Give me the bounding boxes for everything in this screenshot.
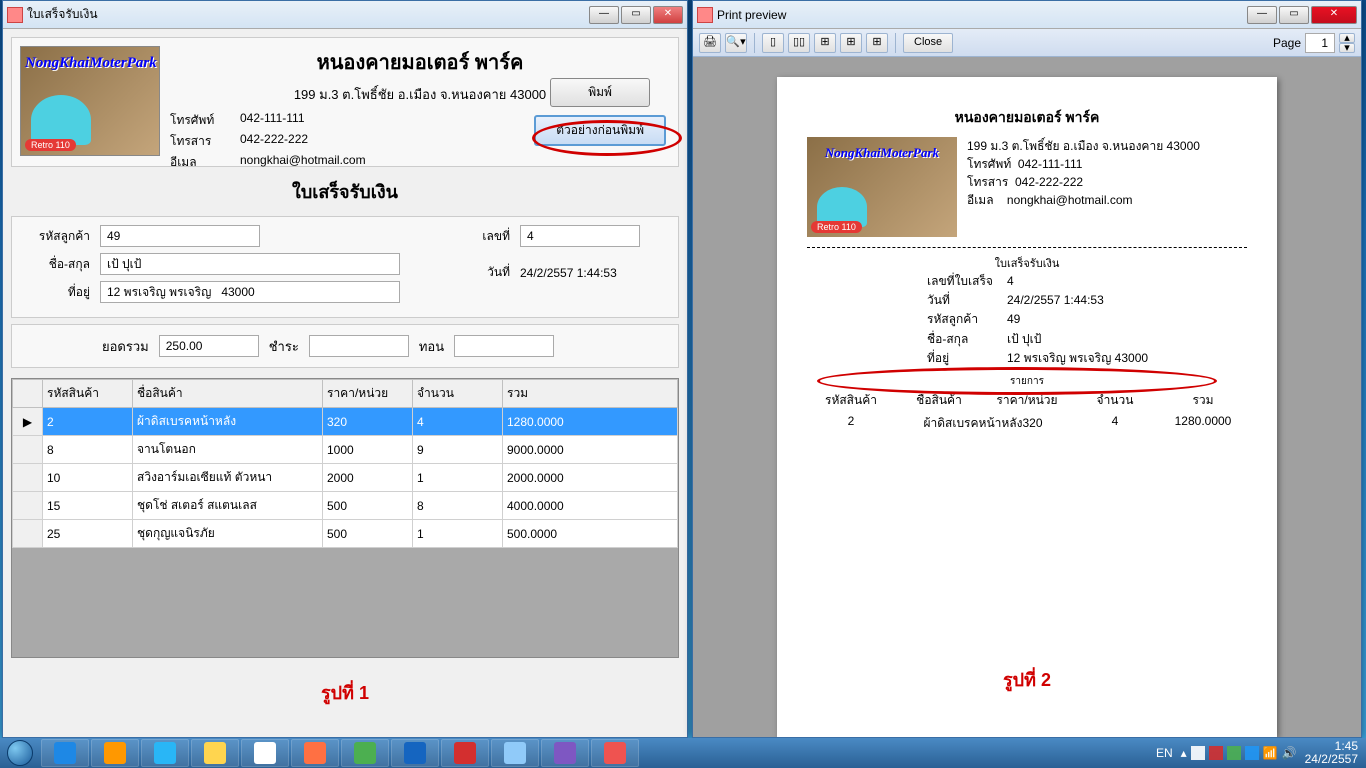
customer-id-input[interactable] [100, 225, 260, 247]
view-3-icon[interactable]: ⊞ [814, 33, 836, 53]
taskbar[interactable]: EN ▴ 📶 🔊 1:45 24/2/2557 [0, 738, 1366, 768]
customer-form: รหัสลูกค้า ชื่อ-สกุล ที่อยู่ เลขที่ วันท… [11, 216, 679, 318]
receipt-date: 24/2/2557 1:44:53 [520, 266, 617, 280]
volume-icon[interactable]: 🔊 [1282, 746, 1297, 760]
view-1-icon[interactable]: ▯ [762, 33, 784, 53]
close-preview-button[interactable]: Close [903, 33, 953, 53]
close-button[interactable]: ✕ [1311, 6, 1357, 24]
page-label: Page [1273, 36, 1301, 50]
tray-icon[interactable] [1245, 746, 1259, 760]
preview-logo: NongKhaiMoterPark Retro 110 [807, 137, 957, 237]
maximize-button[interactable]: ▭ [621, 6, 651, 24]
taskbar-item-app[interactable] [591, 739, 639, 767]
totals-section: ยอดรวม ชำระ ทอน [11, 324, 679, 368]
titlebar[interactable]: ใบเสร็จรับเงิน — ▭ ✕ [3, 1, 687, 29]
tray-icon[interactable] [1209, 746, 1223, 760]
table-row[interactable]: 25ชุดกุญแจนิรภัย5001500.0000 [13, 520, 678, 548]
preview-toolbar: 🖨 🔍▾ ▯ ▯▯ ⊞ ⊞ ⊞ Close Page ▴ ▾ [693, 29, 1361, 57]
page-down-button[interactable]: ▾ [1339, 43, 1355, 53]
figure-caption-1: รูปที่ 1 [11, 678, 679, 707]
customer-name-input[interactable] [100, 253, 400, 275]
view-5-icon[interactable]: ⊞ [866, 33, 888, 53]
table-row[interactable]: ▶2ผ้าดิสเบรคหน้าหลัง32041280.0000 [13, 408, 678, 436]
taskbar-item-word[interactable] [391, 739, 439, 767]
table-row[interactable]: 8จานโตนอก100099000.0000 [13, 436, 678, 464]
system-tray[interactable]: EN ▴ 📶 🔊 1:45 24/2/2557 [1156, 740, 1366, 766]
taskbar-item-paint[interactable] [491, 739, 539, 767]
taskbar-item-explorer[interactable] [191, 739, 239, 767]
zoom-icon[interactable]: 🔍▾ [725, 33, 747, 53]
print-button[interactable]: พิมพ์ [550, 78, 650, 107]
business-name: หนองคายมอเตอร์ พาร์ค [170, 46, 670, 78]
clock[interactable]: 1:45 24/2/2557 [1305, 740, 1358, 766]
flag-icon[interactable] [1191, 746, 1205, 760]
total-input[interactable] [159, 335, 259, 357]
taskbar-item-vs[interactable] [541, 739, 589, 767]
table-row[interactable]: 10สวิงอาร์มเอเซียแท้ ตัวหนา200012000.000… [13, 464, 678, 492]
document-title: ใบเสร็จรับเงิน [11, 177, 679, 206]
titlebar[interactable]: Print preview — ▭ ✕ [693, 1, 1361, 29]
taskbar-item-app-blue[interactable] [141, 739, 189, 767]
table-row[interactable]: 15ชุดโช่ สเตอร์ สแตนเลส50084000.0000 [13, 492, 678, 520]
pay-input[interactable] [309, 335, 409, 357]
minimize-button[interactable]: — [589, 6, 619, 24]
taskbar-item-media[interactable] [91, 739, 139, 767]
receipt-no-input[interactable] [520, 225, 640, 247]
language-indicator[interactable]: EN [1156, 746, 1173, 760]
business-logo: NongKhaiMoterPark Retro 110 [20, 46, 160, 156]
network-icon[interactable]: 📶 [1263, 746, 1278, 760]
change-input[interactable] [454, 335, 554, 357]
close-button[interactable]: ✕ [653, 6, 683, 24]
start-button[interactable] [0, 738, 40, 768]
app-icon [7, 7, 23, 23]
minimize-button[interactable]: — [1247, 6, 1277, 24]
preview-button[interactable]: ตัวอย่างก่อนพิมพ์ [534, 115, 666, 146]
window-title: Print preview [717, 8, 1247, 22]
figure-caption-2: รูปที่ 2 [807, 665, 1247, 694]
tray-icon[interactable] [1227, 746, 1241, 760]
view-2-icon[interactable]: ▯▯ [788, 33, 810, 53]
page-area[interactable]: หนองคายมอเตอร์ พาร์ค NongKhaiMoterPark R… [693, 57, 1361, 737]
items-grid[interactable]: รหัสสินค้าชื่อสินค้าราคา/หน่วยจำนวนรวม▶2… [11, 378, 679, 658]
preview-page: หนองคายมอเตอร์ พาร์ค NongKhaiMoterPark R… [777, 77, 1277, 737]
tray-up-icon[interactable]: ▴ [1181, 746, 1187, 760]
customer-address-input[interactable] [100, 281, 400, 303]
window-title: ใบเสร็จรับเงิน [27, 5, 589, 24]
taskbar-item-ie[interactable] [41, 739, 89, 767]
taskbar-item-line[interactable] [341, 739, 389, 767]
taskbar-item-download[interactable] [441, 739, 489, 767]
print-preview-window: Print preview — ▭ ✕ 🖨 🔍▾ ▯ ▯▯ ⊞ ⊞ ⊞ Clos… [692, 0, 1362, 738]
taskbar-item-firefox[interactable] [291, 739, 339, 767]
taskbar-item-chrome[interactable] [241, 739, 289, 767]
app-icon [697, 7, 713, 23]
business-header: NongKhaiMoterPark Retro 110 หนองคายมอเตอ… [11, 37, 679, 167]
receipt-window: ใบเสร็จรับเงิน — ▭ ✕ NongKhaiMoterPark R… [2, 0, 688, 738]
view-4-icon[interactable]: ⊞ [840, 33, 862, 53]
print-icon[interactable]: 🖨 [699, 33, 721, 53]
maximize-button[interactable]: ▭ [1279, 6, 1309, 24]
preview-item-row: 2 ผ้าดิสเบรคหน้าหลัง320 4 1280.0000 [807, 412, 1247, 435]
page-number-input[interactable] [1305, 33, 1335, 53]
page-up-button[interactable]: ▴ [1339, 33, 1355, 43]
